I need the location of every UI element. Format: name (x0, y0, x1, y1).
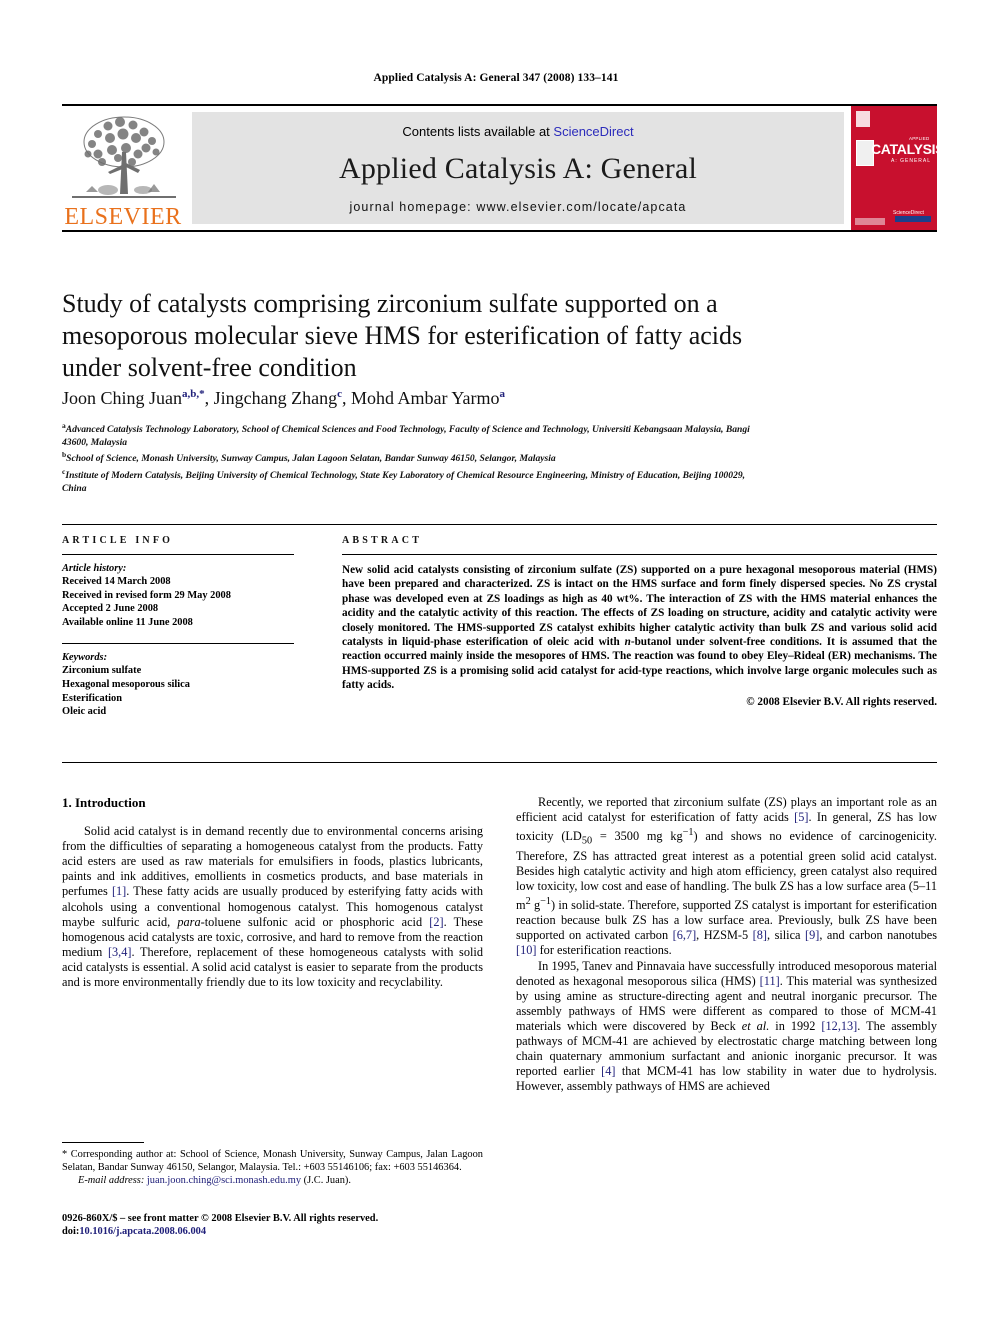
footnote-rule (62, 1142, 144, 1143)
affiliation-text: Advanced Catalysis Technology Laboratory… (62, 424, 750, 448)
cover-footer-block (855, 218, 885, 225)
affiliation-text: School of Science, Monash University, Su… (66, 453, 556, 465)
doi-label: doi: (62, 1226, 80, 1238)
journal-title: Applied Catalysis A: General (338, 152, 698, 185)
contents-prefix: Contents lists available at (402, 124, 554, 139)
journal-masthead: ELSEVIER Contents lists available at Sci… (62, 104, 937, 232)
contents-available-line: Contents lists available at ScienceDirec… (192, 124, 844, 139)
abstract-column: ABSTRACT New solid acid catalysts consis… (342, 535, 937, 708)
keyword-item: Hexagonal mesoporous silica (62, 678, 190, 690)
affiliation-item: bSchool of Science, Monash University, S… (62, 449, 762, 466)
author-marks: c (337, 388, 342, 400)
author-list: Joon Ching Juana,b,*, Jingchang Zhangc, … (62, 388, 506, 408)
info-band-bottom-rule (62, 762, 937, 763)
section-heading-introduction: 1. Introduction (62, 795, 146, 810)
author-name: Mohd Ambar Yarmo (351, 388, 500, 408)
elsevier-wordmark: ELSEVIER (64, 204, 182, 230)
author-marks: a,b,* (182, 388, 205, 400)
article-history-item: Accepted 2 June 2008 (62, 603, 159, 615)
corresponding-author-note: * Corresponding author at: School of Sci… (62, 1149, 483, 1174)
article-history-item: Received 14 March 2008 (62, 576, 171, 587)
keywords-block: Keywords: Zirconium sulfate Hexagonal me… (62, 652, 300, 718)
journal-banner: Contents lists available at ScienceDirec… (192, 112, 844, 224)
intro-paragraph-left: Solid acid catalyst is in demand recentl… (62, 824, 484, 990)
footnote-block: * Corresponding author at: School of Sci… (62, 1148, 483, 1188)
masthead-top-rule (62, 104, 937, 106)
author-marks: a (499, 388, 506, 400)
elsevier-logo: ELSEVIER (62, 110, 184, 230)
keyword-item: Esterification (62, 692, 123, 704)
running-head: Applied Catalysis A: General 347 (2008) … (373, 72, 619, 84)
abstract-divider (342, 554, 937, 555)
affiliation-list: aAdvanced Catalysis Technology Laborator… (62, 420, 762, 496)
keywords-label: Keywords: (62, 652, 108, 664)
journal-cover-thumbnail: APPLIED CATALYSIS A: GENERAL ScienceDire… (851, 106, 937, 230)
body-left-column: 1. Introduction Solid acid catalyst is i… (62, 795, 483, 990)
affiliation-item: cInstitute of Modern Catalysis, Beijing … (62, 466, 762, 495)
email-address-label: E-mail address: (78, 1175, 145, 1187)
info-band-top-rule (62, 524, 937, 525)
affiliation-text: Institute of Modern Catalysis, Beijing U… (62, 470, 746, 494)
intro-paragraph-right-1: Recently, we reported that zirconium sul… (516, 795, 937, 958)
journal-homepage-link[interactable]: journal homepage: www.elsevier.com/locat… (192, 200, 844, 214)
cover-subtitle: A: GENERAL (891, 158, 932, 164)
article-history-item: Available online 11 June 2008 (62, 616, 193, 628)
body-right-column: Recently, we reported that zirconium sul… (516, 795, 937, 1094)
email-owner: (J.C. Juan). (303, 1175, 351, 1187)
imprint-block: 0926-860X/$ – see front matter © 2008 El… (62, 1212, 502, 1239)
author-name: Joon Ching Juan (62, 388, 183, 408)
cover-elsevier-mark-icon (856, 111, 870, 127)
sciencedirect-link[interactable]: ScienceDirect (553, 124, 633, 139)
corresponding-email-link[interactable]: juan.joon.ching@sci.monash.edu.my (147, 1175, 301, 1186)
keyword-item: Zirconium sulfate (62, 665, 142, 677)
article-history-label: Article history: (62, 563, 127, 574)
keyword-item: Oleic acid (62, 706, 107, 718)
cover-title: CATALYSIS (871, 141, 937, 157)
article-info-heading: ARTICLE INFO (62, 535, 174, 546)
keywords-divider (62, 643, 294, 645)
abstract-heading: ABSTRACT (342, 535, 423, 546)
article-info-column: ARTICLE INFO Article history: Received 1… (62, 535, 300, 719)
issn-front-matter: 0926-860X/$ – see front matter © 2008 El… (62, 1213, 379, 1224)
masthead-bottom-rule (62, 230, 937, 232)
doi-link[interactable]: 10.1016/j.apcata.2008.06.004 (79, 1226, 206, 1237)
page-title: Study of catalysts comprising zirconium … (62, 289, 743, 382)
article-history-item: Received in revised form 29 May 2008 (62, 589, 231, 601)
author-name: Jingchang Zhang (213, 388, 338, 408)
intro-paragraph-right-2: In 1995, Tanev and Pinnavaia have succes… (516, 958, 937, 1094)
article-info-divider (62, 554, 294, 555)
cover-publisher-bar (895, 216, 931, 222)
abstract-text: New solid acid catalysts consisting of z… (342, 564, 937, 692)
elsevier-tree-icon (68, 112, 180, 204)
abstract-copyright: © 2008 Elsevier B.V. All rights reserved… (746, 695, 937, 708)
article-page: Applied Catalysis A: General 347 (2008) … (0, 0, 992, 1323)
affiliation-item: aAdvanced Catalysis Technology Laborator… (62, 420, 762, 449)
